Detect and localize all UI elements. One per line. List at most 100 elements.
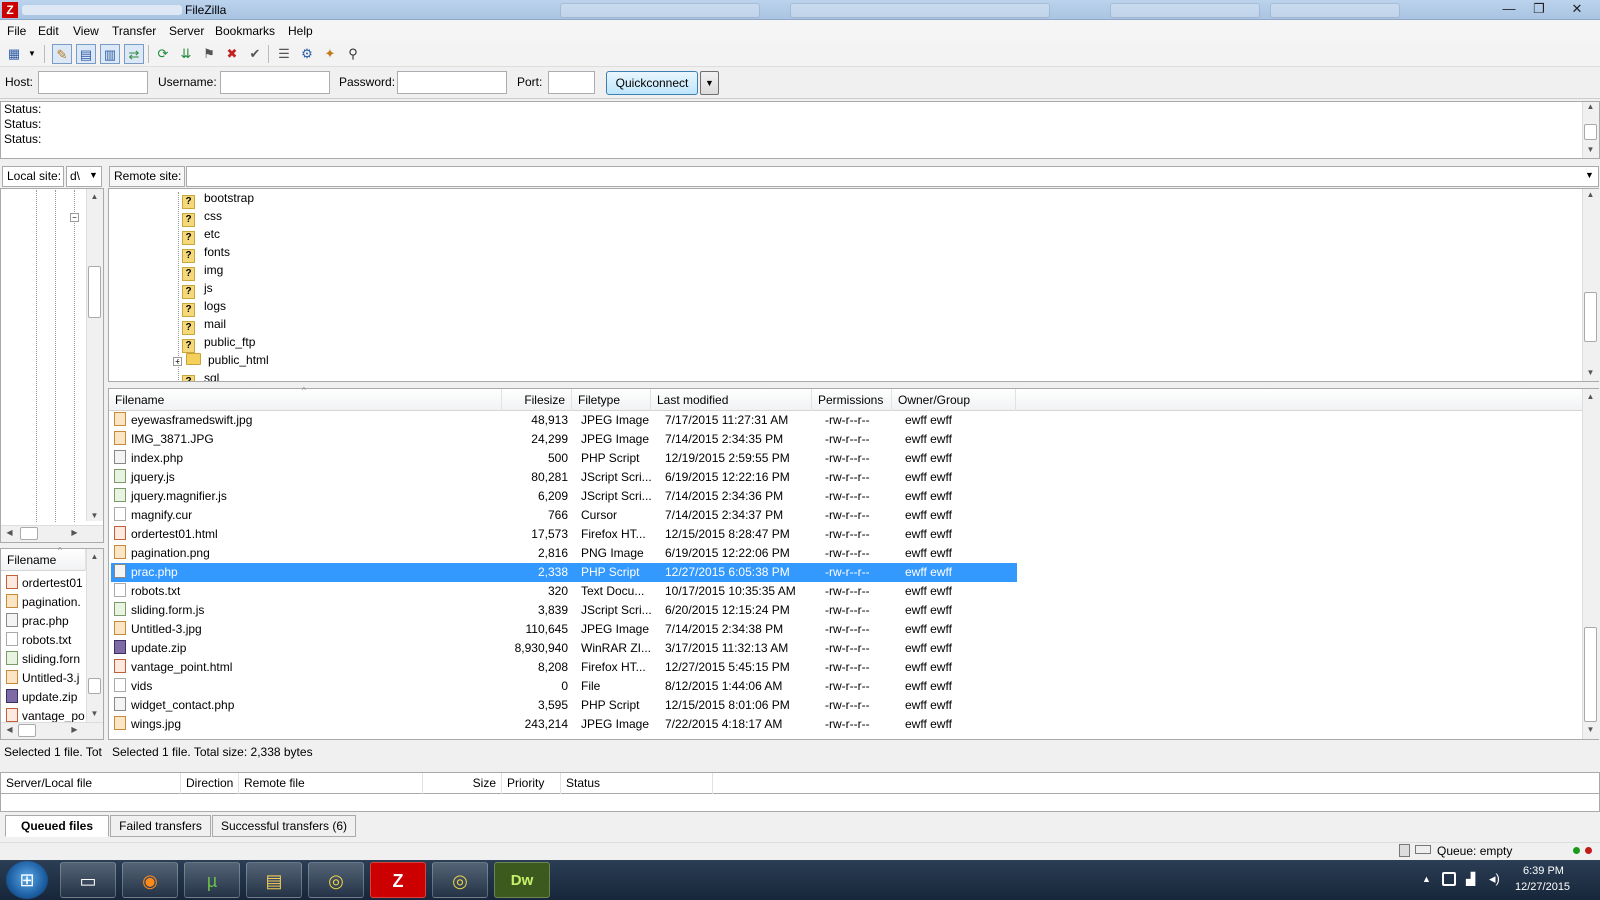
close-button[interactable]: ✕ xyxy=(1554,0,1600,18)
local-tree-scroll-thumb[interactable] xyxy=(88,266,101,318)
menu-help[interactable]: Help xyxy=(288,24,313,38)
start-button[interactable]: ⊞ xyxy=(6,861,48,899)
table-row[interactable]: vids 0 File 8/12/2015 1:44:06 AM -rw-r--r-- e… xyxy=(111,677,1017,696)
table-row[interactable]: sliding.form.js 3,839 JScript Scri... 6/20/… xyxy=(111,601,1017,620)
scroll-left-arrow-icon[interactable]: ◀ xyxy=(1,528,18,537)
list-item[interactable]: prac.php xyxy=(6,612,86,631)
compare-icon[interactable]: ⚙ xyxy=(297,44,317,64)
remote-directory-tree[interactable] xyxy=(108,188,1599,382)
quickconnect-button[interactable]: Quickconnect xyxy=(606,71,698,95)
table-row[interactable]: widget_contact.php 3,595 PHP Script 12/15/2… xyxy=(111,696,1017,715)
table-row[interactable]: index.php 500 PHP Script 12/19/2015 2:59:55… xyxy=(111,449,1017,468)
toggle-tree-icon[interactable]: ▤ xyxy=(76,44,96,64)
sync-browse-icon[interactable]: ✦ xyxy=(320,44,340,64)
filezilla-icon[interactable]: Z xyxy=(370,862,426,898)
log-scroll-thumb[interactable] xyxy=(1584,124,1597,140)
action-center-icon[interactable] xyxy=(1442,872,1456,886)
scroll-down-arrow-icon[interactable]: ▼ xyxy=(1582,145,1599,154)
chrome-icon[interactable]: ◎ xyxy=(432,862,488,898)
scroll-up-arrow-icon[interactable]: ▲ xyxy=(1582,190,1599,199)
menu-bookmarks[interactable]: Bookmarks xyxy=(215,24,275,38)
quickconnect-dropdown-button[interactable]: ▼ xyxy=(700,71,719,95)
scroll-up-arrow-icon[interactable]: ▲ xyxy=(86,192,103,201)
queue-status-column[interactable]: Status xyxy=(561,773,713,794)
remote-tree-item[interactable]: ? bootstrap xyxy=(182,189,254,209)
list-item[interactable]: robots.txt xyxy=(6,631,86,650)
disconnect-icon[interactable]: ✖ xyxy=(222,44,242,64)
table-row[interactable]: wings.jpg 243,214 JPEG Image 7/22/2015 4:18… xyxy=(111,715,1017,734)
process-queue-icon[interactable]: ⇊ xyxy=(176,44,196,64)
table-row[interactable]: robots.txt 320 Text Docu... 10/17/2015 10:3… xyxy=(111,582,1017,601)
list-item[interactable]: ordertest01 xyxy=(6,574,86,593)
password-input[interactable] xyxy=(397,71,507,94)
network-icon[interactable]: ▟ xyxy=(1466,872,1475,886)
table-row[interactable]: IMG_3871.JPG 24,299 JPEG Image 7/14/2015 2:… xyxy=(111,430,1017,449)
permissions-column-header[interactable]: Permissions xyxy=(812,389,892,411)
maximize-button[interactable]: ❐ xyxy=(1524,0,1554,18)
scroll-up-arrow-icon[interactable]: ▲ xyxy=(1582,102,1599,111)
scroll-down-arrow-icon[interactable]: ▼ xyxy=(1582,368,1599,377)
table-row[interactable]: Untitled-3.jpg 110,645 JPEG Image 7/14/2015… xyxy=(111,620,1017,639)
toggle-queue-icon[interactable]: ⇄ xyxy=(124,44,144,64)
minimize-button[interactable]: — xyxy=(1494,0,1524,18)
owner-group-column-header[interactable]: Owner/Group xyxy=(892,389,1016,411)
port-input[interactable] xyxy=(548,71,595,94)
tab-queued-files[interactable]: Queued files xyxy=(5,815,109,837)
table-row[interactable]: prac.php 2,338 PHP Script 12/27/2015 6:05:3… xyxy=(111,563,1017,582)
explorer-icon[interactable]: ▭ xyxy=(60,862,116,898)
remote-tree-item[interactable]: ? sql xyxy=(182,369,219,381)
scroll-up-arrow-icon[interactable]: ▲ xyxy=(86,552,103,561)
firefox-icon[interactable]: ◉ xyxy=(122,862,178,898)
toggle-remote-tree-icon[interactable]: ▥ xyxy=(100,44,120,64)
queue-size-column[interactable]: Size xyxy=(423,773,502,794)
remote-tree-item[interactable]: ? logs xyxy=(182,297,226,317)
local-list-scroll-thumb[interactable] xyxy=(88,678,101,694)
table-row[interactable]: pagination.png 2,816 PNG Image 6/19/2015 12… xyxy=(111,544,1017,563)
dropdown-arrow-icon[interactable]: ▼ xyxy=(26,44,38,64)
scroll-down-arrow-icon[interactable]: ▼ xyxy=(86,709,103,718)
remote-tree-scroll-thumb[interactable] xyxy=(1584,292,1597,342)
queue-list[interactable] xyxy=(0,794,1600,812)
remote-tree-scrollbar[interactable] xyxy=(1582,189,1599,381)
remote-site-dropdown-icon[interactable]: ▼ xyxy=(1585,170,1594,180)
utorrent-icon[interactable]: µ xyxy=(184,862,240,898)
remote-list-scroll-thumb[interactable] xyxy=(1584,627,1597,722)
clock-date[interactable]: 12/27/2015 xyxy=(1515,881,1570,893)
username-input[interactable] xyxy=(220,71,330,94)
menu-edit[interactable]: Edit xyxy=(38,24,59,38)
menu-transfer[interactable]: Transfer xyxy=(112,24,156,38)
search-icon[interactable]: ⚲ xyxy=(343,44,363,64)
tree-collapse-icon[interactable]: − xyxy=(70,213,79,222)
remote-tree-item[interactable]: ? css xyxy=(182,207,222,227)
cancel-icon[interactable]: ⚑ xyxy=(199,44,219,64)
table-row[interactable]: eyewasframedswift.jpg 48,913 JPEG Image 7/1… xyxy=(111,411,1017,430)
local-list-scrollbar[interactable] xyxy=(86,549,103,723)
menu-view[interactable]: View xyxy=(73,24,99,38)
list-item[interactable]: pagination. xyxy=(6,593,86,612)
table-row[interactable]: ordertest01.html 17,573 Firefox HT... 12/15… xyxy=(111,525,1017,544)
filter-icon[interactable]: ☰ xyxy=(274,44,294,64)
queue-direction-column[interactable]: Direction xyxy=(181,773,239,794)
queue-server-local-column[interactable]: Server/Local file xyxy=(1,773,181,794)
remote-tree-item[interactable]: ? fonts xyxy=(182,243,230,263)
clock-time[interactable]: 6:39 PM xyxy=(1523,865,1564,877)
host-input[interactable] xyxy=(38,71,148,94)
tray-expand-icon[interactable]: ▲ xyxy=(1422,874,1431,884)
scroll-down-arrow-icon[interactable]: ▼ xyxy=(1582,725,1599,734)
filetype-column-header[interactable]: Filetype xyxy=(572,389,651,411)
remote-tree-item[interactable]: ? img xyxy=(182,261,223,281)
local-site-dropdown-icon[interactable]: ▼ xyxy=(89,170,98,180)
remote-tree-item[interactable]: ? etc xyxy=(182,225,220,245)
tree-expand-icon[interactable]: + xyxy=(173,357,182,366)
filesize-column-header[interactable]: Filesize xyxy=(502,389,572,411)
scroll-down-arrow-icon[interactable]: ▼ xyxy=(86,511,103,520)
remote-tree-item[interactable]: ? public_ftp xyxy=(182,333,255,353)
volume-icon[interactable]: ◂) xyxy=(1489,871,1500,887)
table-row[interactable]: vantage_point.html 8,208 Firefox HT... 12/2… xyxy=(111,658,1017,677)
remote-tree-item[interactable]: ? mail xyxy=(182,315,226,335)
local-tree-hscroll-thumb[interactable] xyxy=(20,527,38,540)
menu-server[interactable]: Server xyxy=(169,24,204,38)
toggle-log-icon[interactable]: ✎ xyxy=(52,44,72,64)
menu-file[interactable]: File xyxy=(7,24,26,38)
local-tree-scrollbar[interactable] xyxy=(86,189,103,521)
